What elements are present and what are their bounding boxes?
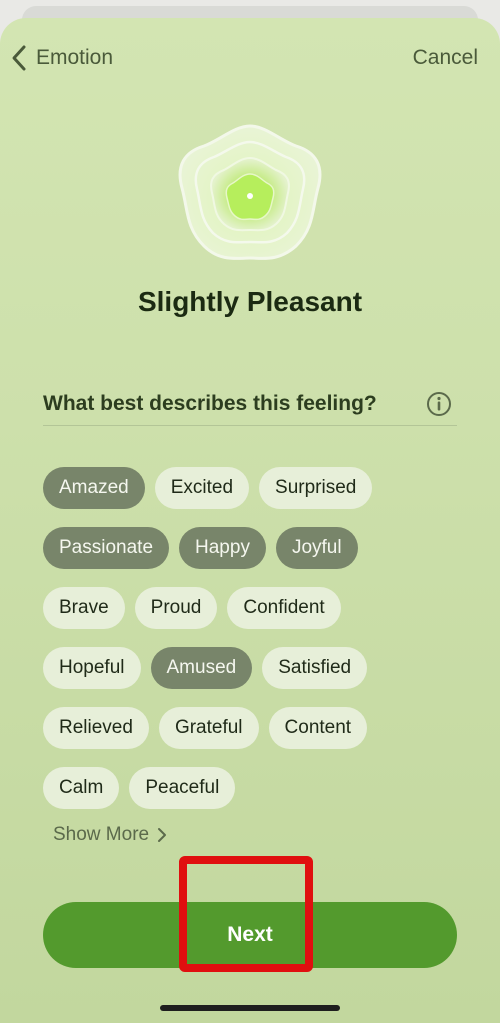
feeling-chip-amazed[interactable]: Amazed bbox=[43, 467, 145, 509]
back-button[interactable]: Emotion bbox=[10, 42, 113, 74]
back-label: Emotion bbox=[36, 46, 114, 69]
cancel-button[interactable]: Cancel bbox=[413, 42, 478, 74]
emotion-sheet: Emotion Cancel Slightly Pleasant What be… bbox=[0, 18, 500, 1023]
feeling-chip-calm[interactable]: Calm bbox=[43, 767, 120, 809]
chip-row: Relieved Grateful Content bbox=[43, 707, 463, 749]
chip-row: Amazed Excited Surprised bbox=[43, 467, 463, 509]
info-icon[interactable] bbox=[425, 390, 453, 418]
feeling-chip-peaceful[interactable]: Peaceful bbox=[129, 767, 236, 809]
question-text: What best describes this feeling? bbox=[43, 392, 377, 415]
question-row: What best describes this feeling? bbox=[43, 383, 457, 426]
feeling-chip-relieved[interactable]: Relieved bbox=[43, 707, 149, 749]
next-label: Next bbox=[227, 923, 273, 946]
feeling-chip-proud[interactable]: Proud bbox=[134, 587, 218, 629]
chevron-left-icon bbox=[12, 45, 26, 71]
chip-row: Passionate Happy Joyful bbox=[43, 527, 463, 569]
feeling-chip-excited[interactable]: Excited bbox=[154, 467, 250, 509]
feeling-chip-passionate[interactable]: Passionate bbox=[43, 527, 170, 569]
feeling-chip-amused[interactable]: Amused bbox=[150, 647, 253, 689]
feeling-chip-hopeful[interactable]: Hopeful bbox=[43, 647, 141, 689]
feeling-chip-grateful[interactable]: Grateful bbox=[158, 707, 259, 749]
chip-row: Calm Peaceful bbox=[43, 767, 463, 809]
feeling-chip-content[interactable]: Content bbox=[268, 707, 368, 749]
feeling-chip-happy[interactable]: Happy bbox=[179, 527, 266, 569]
feeling-chip-list: Amazed Excited Surprised Passionate Happy Joy… bbox=[43, 467, 463, 827]
feeling-chip-confident[interactable]: Confident bbox=[227, 587, 341, 629]
emotion-orb-graphic bbox=[178, 124, 322, 260]
show-more-button[interactable]: Show More bbox=[53, 824, 167, 846]
emotion-title: Slightly Pleasant bbox=[137, 286, 363, 317]
feeling-chip-joyful[interactable]: Joyful bbox=[275, 527, 358, 569]
chip-row: Hopeful Amused Satisfied bbox=[43, 647, 463, 689]
next-button[interactable]: Next bbox=[43, 902, 457, 968]
chevron-right-icon bbox=[158, 828, 167, 842]
home-indicator bbox=[160, 1005, 340, 1011]
feeling-chip-surprised[interactable]: Surprised bbox=[259, 467, 373, 509]
feeling-chip-satisfied[interactable]: Satisfied bbox=[262, 647, 368, 689]
chip-row: Brave Proud Confident bbox=[43, 587, 463, 629]
show-more-label: Show More bbox=[53, 824, 150, 845]
feeling-chip-brave[interactable]: Brave bbox=[43, 587, 125, 629]
